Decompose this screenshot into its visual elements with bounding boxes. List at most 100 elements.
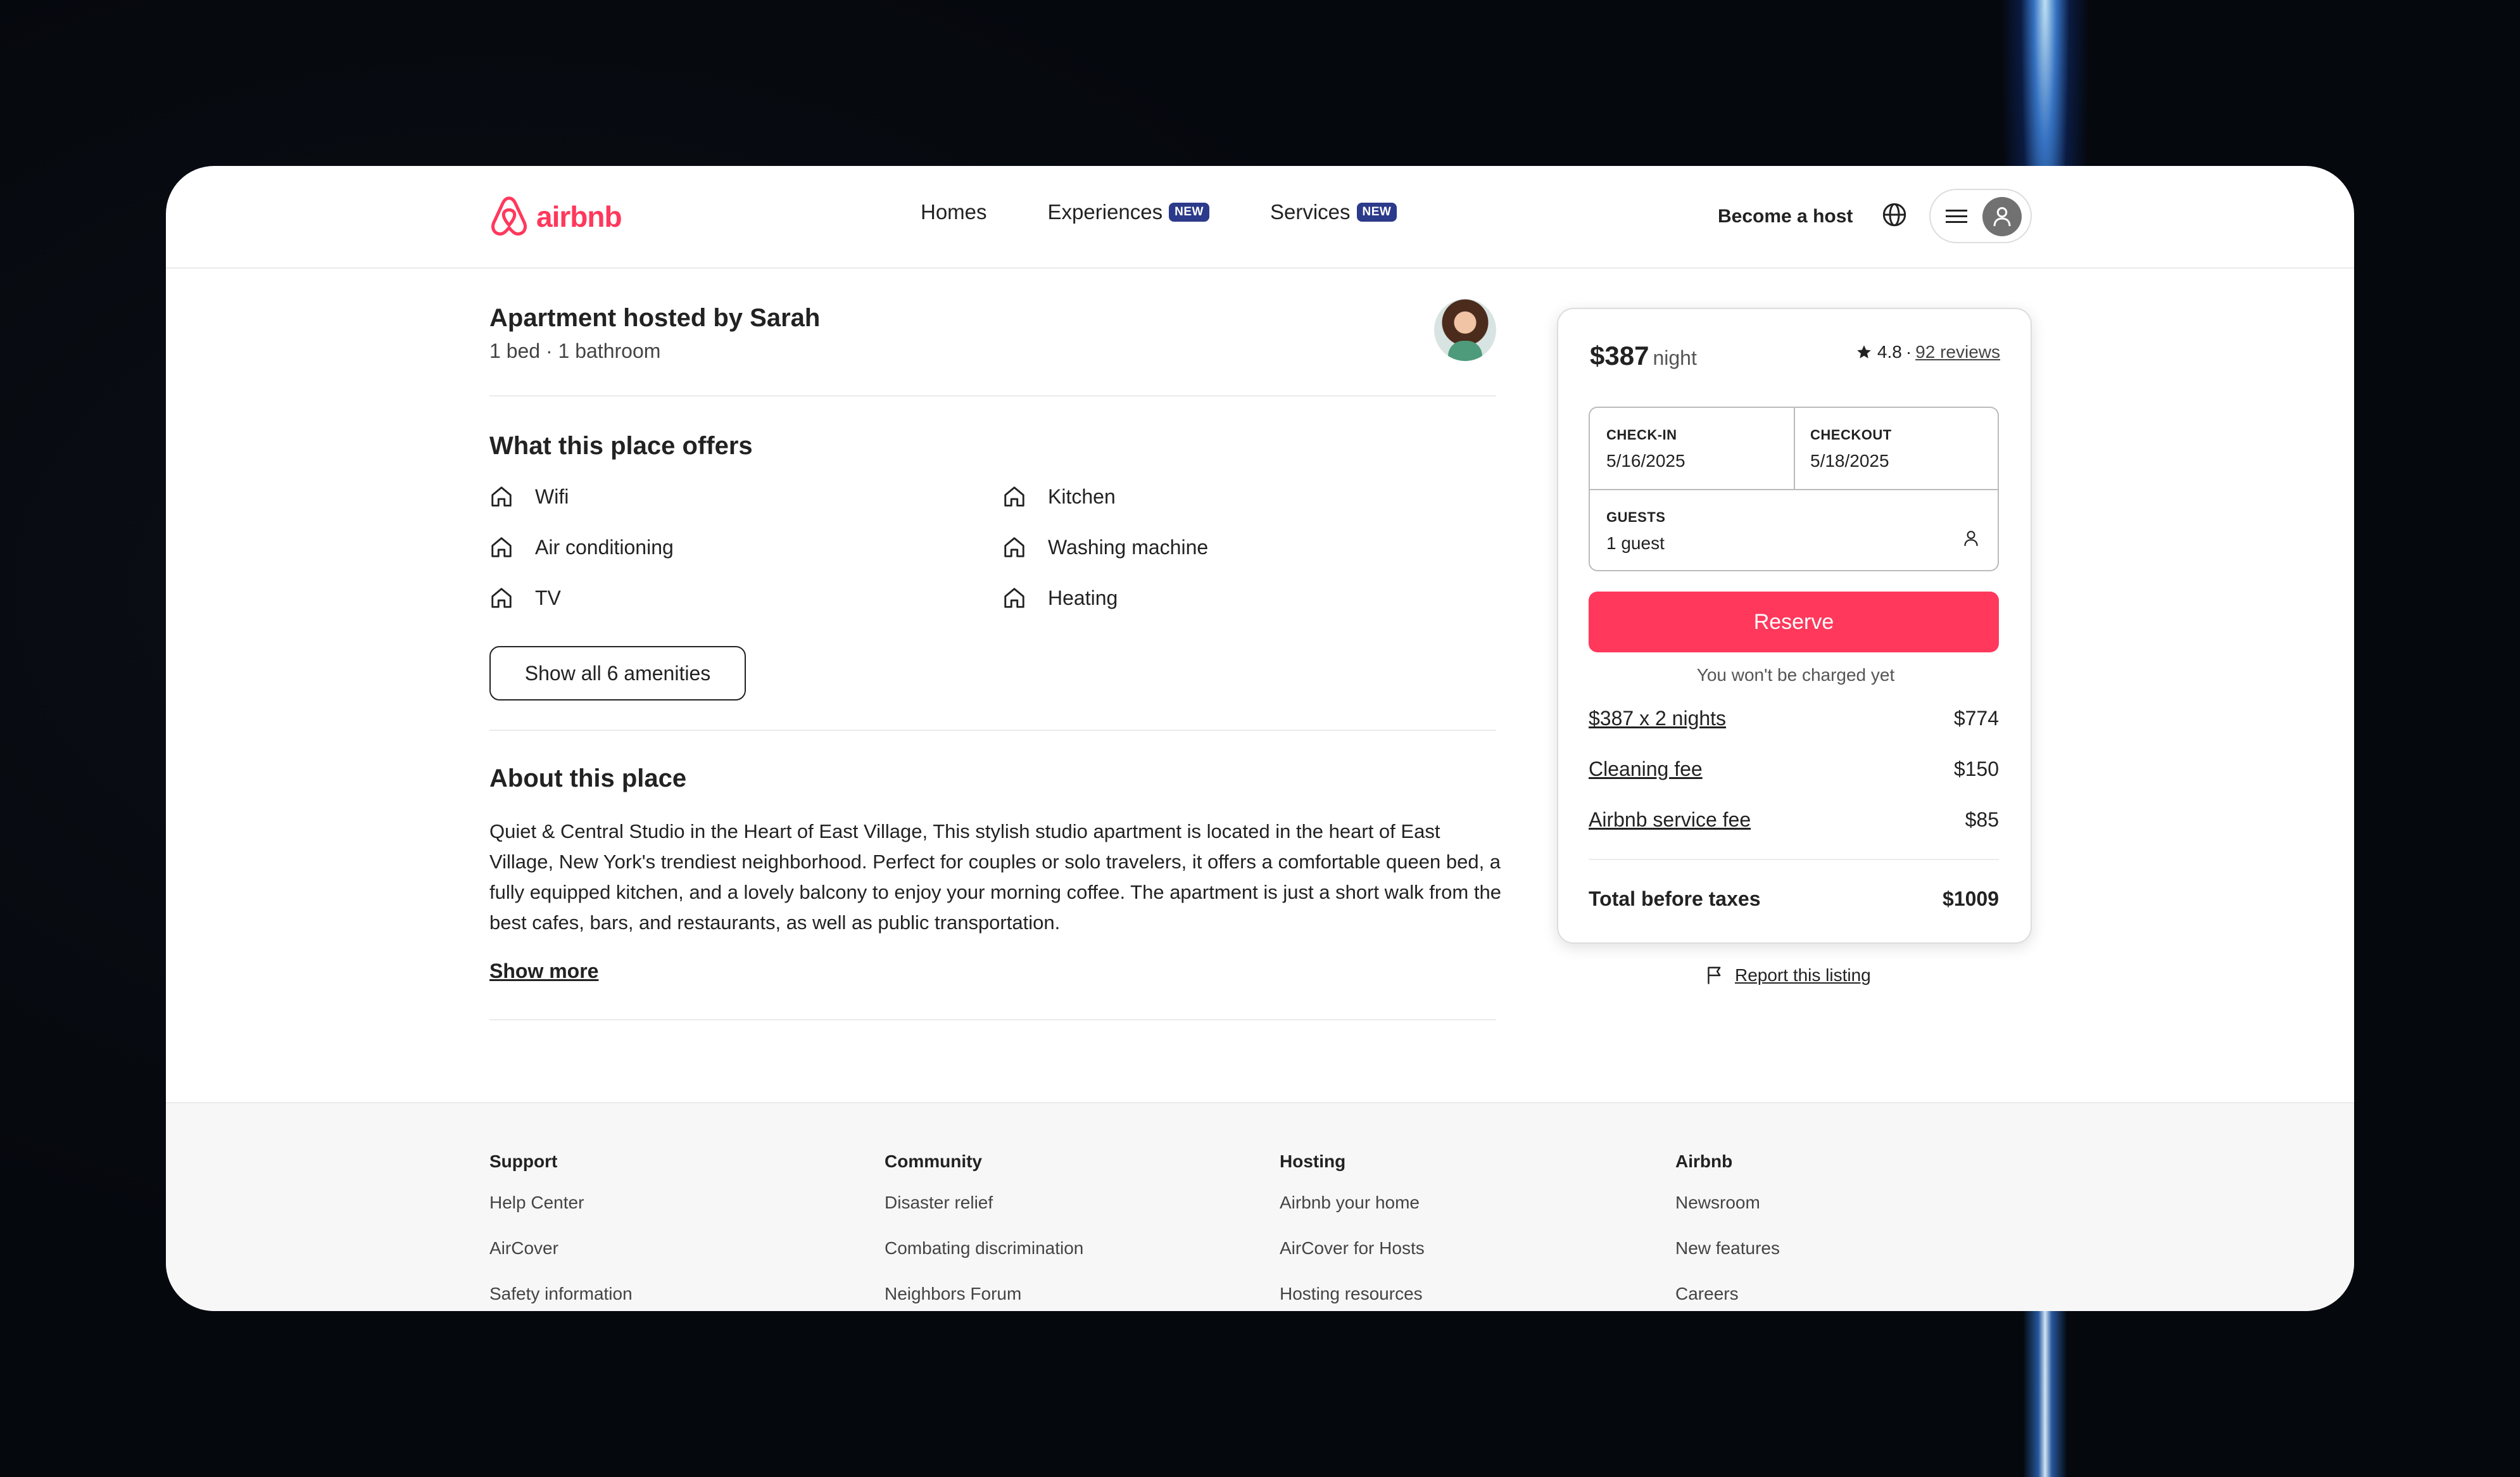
amenity-label: Washing machine	[1048, 535, 1209, 559]
amenity-item: Air conditioning	[489, 535, 674, 559]
amenity-label: TV	[535, 586, 561, 609]
footer-link[interactable]: Help Center	[489, 1193, 633, 1239]
total-row: Total before taxes $1009	[1589, 887, 1999, 911]
listing-title: Apartment hosted by Sarah	[489, 304, 821, 332]
footer-heading: Airbnb	[1675, 1151, 1733, 1171]
nav-services-label: Services	[1269, 200, 1351, 224]
footer-link[interactable]: Hosting resources	[1280, 1284, 1425, 1311]
fee-label[interactable]: Airbnb service fee	[1589, 808, 1751, 832]
nightly-price: $387 night	[1590, 341, 1697, 371]
fee-label[interactable]: Cleaning fee	[1589, 758, 1703, 781]
checkin-label: CHECK-IN	[1606, 427, 1677, 443]
user-menu-button[interactable]	[1929, 189, 2032, 243]
footer-heading: Support	[489, 1151, 558, 1171]
nav-services[interactable]: Services NEW	[1270, 200, 1397, 224]
footer: Support Help Center AirCover Safety info…	[166, 1102, 2354, 1311]
fee-amount: $774	[1953, 707, 1999, 730]
footer-link[interactable]: Careers	[1675, 1284, 1780, 1311]
user-avatar-icon	[1982, 197, 2022, 236]
become-host-link[interactable]: Become a host	[1718, 206, 1853, 227]
footer-link[interactable]: New features	[1675, 1239, 1780, 1284]
rating-value: 4.8	[1877, 342, 1902, 362]
browser-window: airbnb Homes Experiences NEW Services NE…	[166, 166, 2354, 1311]
show-more-link[interactable]: Show more	[489, 960, 598, 983]
amenity-label: Kitchen	[1048, 485, 1116, 508]
nav-homes-label: Homes	[921, 200, 987, 224]
checkin-value: 5/16/2025	[1606, 451, 1685, 471]
footer-link[interactable]: Neighbors Forum	[885, 1284, 1083, 1311]
footer-link[interactable]: Airbnb your home	[1280, 1193, 1425, 1239]
rating: 4.8 · 92 reviews	[1856, 342, 2000, 362]
price-value: $387	[1590, 341, 1649, 371]
fee-amount: $150	[1953, 758, 1999, 780]
new-badge: NEW	[1356, 203, 1397, 222]
guests-field[interactable]: GUESTS 1 guest	[1590, 490, 1999, 571]
footer-heading: Hosting	[1280, 1151, 1346, 1171]
checkout-value: 5/18/2025	[1810, 451, 1889, 471]
home-icon	[1004, 588, 1024, 608]
logo[interactable]: airbnb	[489, 196, 622, 238]
amenity-item: Kitchen	[1002, 485, 1116, 509]
footer-link[interactable]: Safety information	[489, 1284, 633, 1311]
booking-card: $387 night 4.8 · 92 reviews CHECK-IN 5/16…	[1557, 308, 2032, 944]
home-icon	[1004, 537, 1024, 557]
footer-link[interactable]: Combating discrimination	[885, 1239, 1083, 1284]
guests-label: GUESTS	[1606, 509, 1666, 525]
amenity-label: Air conditioning	[535, 535, 674, 559]
footer-link[interactable]: AirCover for Hosts	[1280, 1239, 1425, 1284]
home-icon	[491, 537, 512, 557]
checkin-field[interactable]: CHECK-IN 5/16/2025	[1590, 408, 1794, 489]
flag-icon	[1708, 967, 1721, 984]
total-label: Total before taxes	[1589, 887, 1761, 910]
about-description: Quiet & Central Studio in the Heart of E…	[489, 820, 1501, 934]
checkout-label: CHECKOUT	[1810, 427, 1892, 443]
guests-value: 1 guest	[1606, 533, 1665, 553]
new-badge: NEW	[1169, 203, 1209, 222]
nav-homes[interactable]: Homes	[921, 200, 987, 224]
amenity-item: TV	[489, 586, 561, 610]
listing-subtitle: 1 bed · 1 bathroom	[489, 339, 661, 362]
report-listing-link[interactable]: Report this listing	[1706, 965, 1871, 986]
footer-column-community: Community Disaster relief Combating disc…	[885, 1151, 1083, 1311]
host-avatar[interactable]	[1434, 299, 1496, 361]
fee-row: $387 x 2 nights $774	[1589, 707, 1999, 730]
footer-link[interactable]: Newsroom	[1675, 1193, 1780, 1239]
rating-separator: ·	[1905, 342, 1912, 362]
divider	[489, 730, 1496, 731]
fee-amount: $85	[1965, 808, 1999, 831]
main-nav: Homes Experiences NEW Services NEW	[921, 200, 1458, 224]
nav-experiences[interactable]: Experiences NEW	[1048, 200, 1209, 224]
fee-label[interactable]: $387 x 2 nights	[1589, 707, 1726, 730]
footer-column-support: Support Help Center AirCover Safety info…	[489, 1151, 633, 1311]
background-light-beam-lower	[2023, 1311, 2067, 1477]
amenity-item: Heating	[1002, 586, 1118, 610]
amenity-label: Heating	[1048, 586, 1118, 609]
footer-heading: Community	[885, 1151, 982, 1171]
airbnb-logo-icon	[491, 196, 527, 236]
footer-column-hosting: Hosting Airbnb your home AirCover for Ho…	[1280, 1151, 1425, 1311]
not-charged-note: You won't be charged yet	[1696, 665, 1895, 685]
globe-icon[interactable]	[1882, 202, 1907, 231]
footer-column-airbnb: Airbnb Newsroom New features Careers	[1675, 1151, 1780, 1311]
footer-link[interactable]: Disaster relief	[885, 1193, 1083, 1239]
amenity-label: Wifi	[535, 485, 569, 508]
star-icon	[1857, 345, 1871, 358]
reserve-button[interactable]: Reserve	[1589, 592, 1999, 652]
header: airbnb Homes Experiences NEW Services NE…	[166, 166, 2354, 269]
person-icon	[1964, 531, 1978, 547]
price-unit: night	[1653, 346, 1697, 369]
date-guest-picker: CHECK-IN 5/16/2025 CHECKOUT 5/18/2025 GU…	[1589, 407, 1999, 571]
logo-wordmark: airbnb	[536, 200, 622, 233]
footer-link[interactable]: AirCover	[489, 1239, 633, 1284]
checkout-field[interactable]: CHECKOUT 5/18/2025	[1795, 408, 1999, 489]
fee-row: Cleaning fee $150	[1589, 758, 1999, 781]
report-listing-label: Report this listing	[1735, 965, 1871, 985]
divider	[489, 395, 1496, 396]
reviews-link[interactable]: 92 reviews	[1915, 342, 2000, 362]
about-title: About this place	[489, 764, 687, 792]
home-icon	[491, 588, 512, 608]
home-icon	[1004, 486, 1024, 507]
show-all-amenities-button[interactable]: Show all 6 amenities	[489, 646, 746, 700]
amenity-item: Wifi	[489, 485, 569, 509]
total-amount: $1009	[1943, 887, 1999, 910]
